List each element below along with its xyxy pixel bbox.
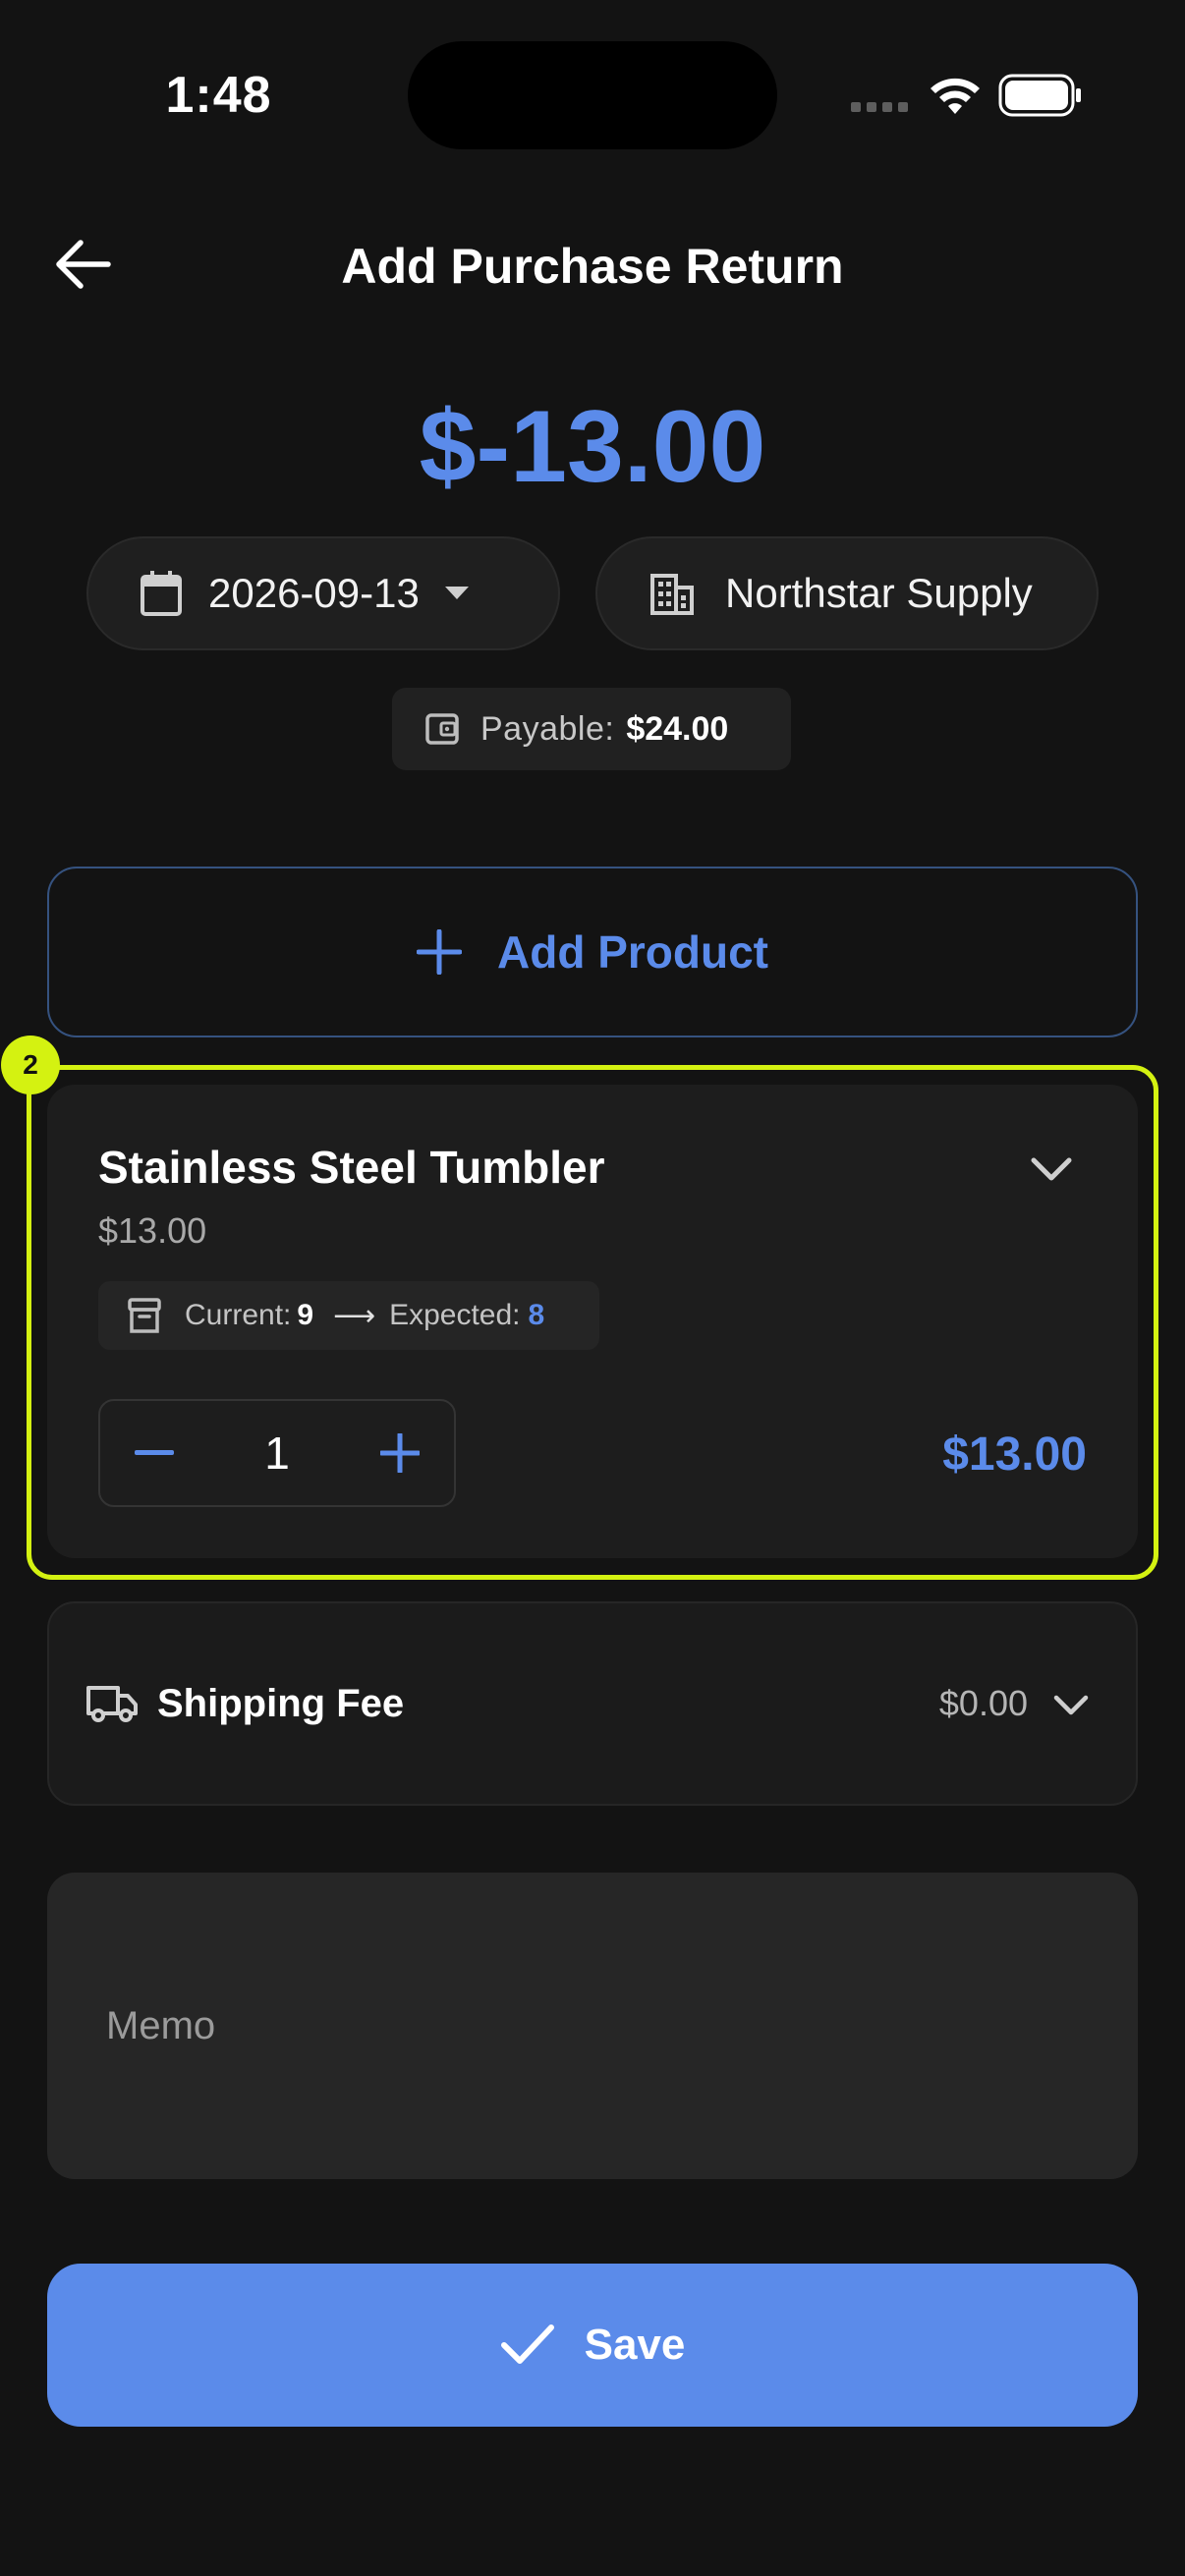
calendar-icon [141, 571, 182, 616]
back-arrow-icon[interactable] [51, 232, 116, 297]
arrow-right-icon: ⟶ [333, 1299, 376, 1332]
line-total: $13.00 [942, 1428, 1087, 1481]
current-label: Current: [185, 1299, 292, 1331]
payable-badge: Payable: $24.00 [392, 688, 791, 770]
payable-label: Payable: [480, 709, 615, 748]
increment-button[interactable] [346, 1401, 454, 1505]
expected-label: Expected: [389, 1299, 521, 1331]
truck-icon [86, 1686, 138, 1722]
signal-dot-1 [851, 102, 861, 112]
quantity-value[interactable]: 1 [264, 1427, 290, 1480]
date-picker[interactable]: 2026-09-13 [86, 536, 560, 650]
total-amount: $-13.00 [419, 390, 766, 504]
checkmark-icon [500, 2324, 554, 2364]
signal-dot-3 [882, 102, 892, 112]
dynamic-island [408, 41, 777, 149]
shipping-fee-value: $0.00 [938, 1683, 1028, 1723]
memo-field[interactable]: Memo [47, 1873, 1138, 2179]
add-product-label: Add Product [497, 926, 768, 978]
date-value: 2026-09-13 [208, 570, 420, 616]
wallet-icon [425, 713, 459, 745]
status-time: 1:48 [165, 67, 272, 124]
save-button[interactable]: Save [47, 2264, 1138, 2427]
product-name: Stainless Steel Tumbler [98, 1142, 605, 1193]
chevron-down-icon[interactable] [1053, 1694, 1089, 1717]
add-product-button[interactable]: Add Product [47, 867, 1138, 1037]
page-title: Add Purchase Return [341, 239, 844, 294]
archive-icon [128, 1298, 161, 1333]
product-unit-price: $13.00 [98, 1210, 207, 1251]
quantity-stepper: 1 [98, 1399, 456, 1507]
payable-value: $24.00 [626, 709, 729, 748]
building-icon [650, 574, 694, 615]
minus-icon [135, 1450, 174, 1455]
shipping-fee-label: Shipping Fee [157, 1682, 405, 1725]
chevron-down-icon[interactable] [1030, 1155, 1073, 1183]
dropdown-caret-icon [444, 587, 469, 599]
decrement-button[interactable] [100, 1401, 208, 1505]
save-label: Save [584, 2321, 686, 2369]
signal-dot-4 [898, 102, 908, 112]
battery-icon [998, 74, 1081, 117]
plus-icon [380, 1433, 420, 1473]
current-value: 9 [297, 1299, 314, 1331]
memo-placeholder: Memo [106, 2003, 216, 2047]
wifi-icon [931, 78, 980, 114]
expected-value: 8 [528, 1299, 545, 1331]
signal-dot-2 [867, 102, 876, 112]
stock-info: Current: 9 ⟶ Expected: 8 [98, 1281, 599, 1350]
selection-badge: 2 [1, 1036, 60, 1094]
plus-icon [417, 929, 462, 975]
supplier-selector[interactable]: Northstar Supply [595, 536, 1099, 650]
supplier-name: Northstar Supply [725, 570, 1033, 616]
